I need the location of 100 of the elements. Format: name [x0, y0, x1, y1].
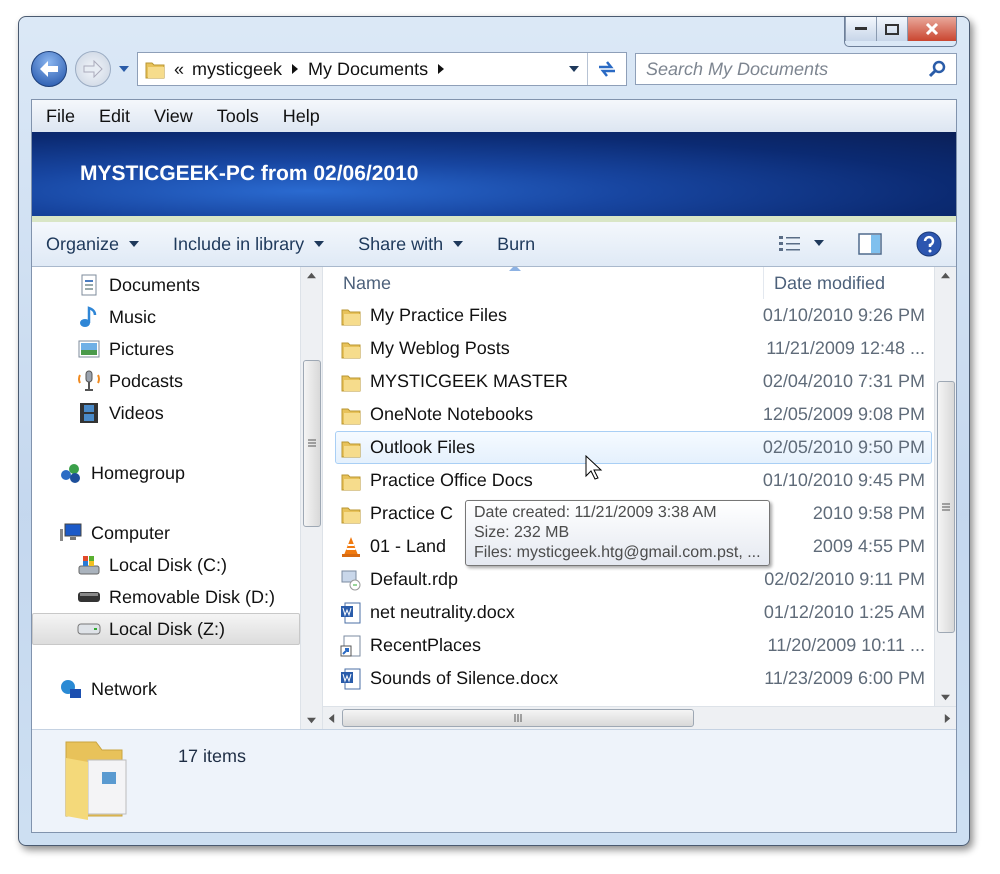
menu-item[interactable]: Edit: [87, 106, 142, 126]
file-row[interactable]: My Weblog Posts 11/21/2009 12:48 ...: [335, 332, 932, 365]
file-scrollbar[interactable]: [934, 267, 956, 706]
menu-item[interactable]: Help: [270, 106, 332, 126]
date-modified: 02/02/2010 9:11 PM: [763, 569, 926, 590]
file-row[interactable]: Outlook Files 02/05/2010 9:50 PM: [335, 431, 932, 464]
date-modified: 01/12/2010 1:25 AM: [762, 602, 926, 623]
date-modified: 11/20/2009 10:11 ...: [766, 635, 926, 656]
search-icon: [929, 60, 947, 78]
scroll-up-icon: [941, 271, 950, 280]
dropdown-arrow-icon: [453, 239, 464, 249]
recent-pages-arrow-icon: [119, 64, 129, 74]
date-modified: 11/21/2009 12:48 ...: [765, 338, 926, 359]
column-header[interactable]: Name: [323, 272, 763, 294]
file-name: My Practice Files: [370, 305, 508, 326]
view-list-icon[interactable]: [778, 234, 802, 254]
help-icon[interactable]: [916, 231, 942, 257]
traffic-cone-icon: [340, 536, 362, 558]
file-name: Practice Office Docs: [370, 470, 533, 491]
date-modified: 12/05/2009 9:08 PM: [762, 404, 926, 425]
tooltip-line: Size: 232 MB: [474, 523, 570, 543]
file-row[interactable]: net neutrality.docx 01/12/2010 1:25 AM: [335, 596, 932, 629]
scroll-down-icon: [307, 716, 316, 725]
grip-icon: [308, 439, 316, 447]
scroll-left-icon: [327, 714, 336, 722]
forward-arrow-icon: [83, 60, 103, 78]
item-count: 17 items: [178, 746, 246, 767]
removable-drive-icon: [77, 591, 101, 603]
back-button[interactable]: [31, 51, 67, 87]
scroll-thumb[interactable]: [936, 380, 954, 632]
nav-item[interactable]: Local Disk (Z:): [32, 613, 300, 645]
nav-item[interactable]: Removable Disk (D:): [32, 581, 300, 613]
breadcrumb-arrow-icon: [436, 64, 446, 74]
menu-item[interactable]: View: [142, 106, 205, 126]
scroll-thumb[interactable]: [342, 709, 694, 727]
command-button[interactable]: Share with: [358, 234, 464, 254]
horizontal-scrollbar[interactable]: [323, 706, 956, 729]
breadcrumb[interactable]: mysticgeek: [192, 58, 282, 80]
dropdown-arrow-icon: [129, 239, 140, 249]
preview-pane-icon[interactable]: [858, 233, 882, 255]
overflow-chevron[interactable]: «: [174, 58, 184, 80]
network-icon: [59, 677, 83, 701]
microphone-icon: [77, 369, 101, 393]
file-row[interactable]: Default.rdp 02/02/2010 9:11 PM: [335, 563, 932, 596]
nav-scrollbar[interactable]: [300, 267, 322, 729]
minimize-icon: [855, 27, 867, 31]
file-name: My Weblog Posts: [370, 338, 510, 359]
date-modified: 2010 9:58 PM: [812, 503, 926, 524]
shortcut-icon: [340, 634, 362, 656]
file-name: 01 - Land: [370, 536, 446, 557]
nav-item[interactable]: Documents: [32, 269, 300, 301]
refresh-icon[interactable]: [596, 59, 618, 79]
scroll-down-icon: [941, 693, 950, 702]
file-row[interactable]: MYSTICGEEK MASTER 02/04/2010 7:31 PM: [335, 365, 932, 398]
nav-item[interactable]: Podcasts: [32, 365, 300, 397]
command-button[interactable]: Include in library: [173, 234, 324, 254]
minimize-button[interactable]: [845, 17, 876, 41]
homegroup-icon: [59, 461, 83, 485]
tooltip-line: Date created: 11/21/2009 3:38 AM: [474, 503, 718, 523]
nav-item[interactable]: Videos: [32, 397, 300, 429]
file-row[interactable]: Sounds of Silence.docx 11/23/2009 6:00 PM: [335, 662, 932, 695]
nav-item[interactable]: Pictures: [32, 333, 300, 365]
date-modified: 01/10/2010 9:26 PM: [762, 305, 926, 326]
file-row[interactable]: My Practice Files 01/10/2010 9:26 PM: [335, 299, 932, 332]
menu-item[interactable]: Tools: [204, 106, 271, 126]
mouse-pointer-icon: [585, 455, 603, 481]
file-row[interactable]: Practice Office Docs 01/10/2010 9:45 PM: [335, 464, 932, 497]
nav-item[interactable]: Local Disk (C:): [32, 549, 300, 581]
maximize-button[interactable]: [876, 17, 907, 41]
file-row[interactable]: RecentPlaces 11/20/2009 10:11 ...: [335, 629, 932, 662]
system-disk-icon: [77, 553, 101, 577]
back-arrow-icon: [39, 60, 59, 78]
scroll-thumb[interactable]: [302, 360, 320, 526]
file-name: Outlook Files: [370, 437, 476, 458]
address-bar[interactable]: « mysticgeek My Documents: [137, 52, 627, 86]
breadcrumb[interactable]: My Documents: [308, 58, 428, 80]
grip-icon: [942, 502, 950, 510]
date-modified: 02/04/2010 7:31 PM: [762, 371, 926, 392]
nav-item[interactable]: Homegroup: [32, 457, 300, 489]
banner-title: MYSTICGEEK-PC from 02/06/2010: [80, 162, 418, 186]
file-name: OneNote Notebooks: [370, 404, 534, 425]
breadcrumb-arrow-icon: [290, 64, 300, 74]
tooltip-line: Files: mysticgeek.htg@gmail.com.pst, ...: [474, 543, 761, 563]
command-button[interactable]: Burn: [497, 234, 536, 254]
file-name: MYSTICGEEK MASTER: [370, 371, 568, 392]
history-dropdown-icon: [569, 64, 579, 74]
search-field[interactable]: Search My Documents: [635, 53, 957, 85]
nav-item[interactable]: Network: [32, 673, 300, 705]
nav-item[interactable]: Music: [32, 301, 300, 333]
file-row[interactable]: OneNote Notebooks 12/05/2009 9:08 PM: [335, 398, 932, 431]
menu-item[interactable]: File: [34, 106, 88, 126]
file-name: RecentPlaces: [370, 635, 482, 656]
command-button[interactable]: Organize: [46, 234, 140, 254]
nav-item[interactable]: Computer: [32, 517, 300, 549]
scroll-right-icon: [943, 714, 952, 722]
file-name: Sounds of Silence.docx: [370, 668, 558, 689]
close-button[interactable]: [907, 17, 956, 41]
maximize-icon: [885, 24, 899, 34]
date-modified: 02/05/2010 9:50 PM: [762, 437, 926, 458]
view-dropdown-icon: [814, 238, 824, 248]
